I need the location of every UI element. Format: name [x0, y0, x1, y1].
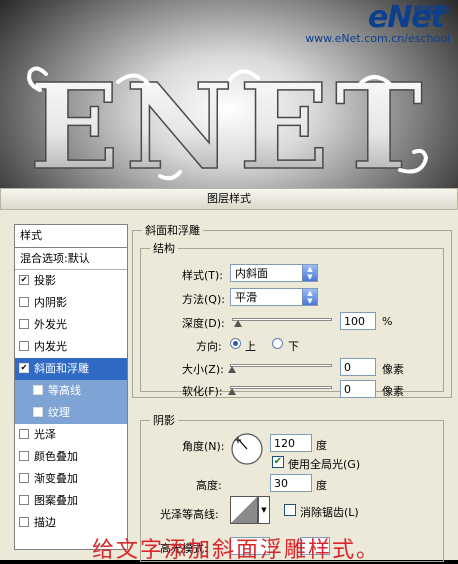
angle-dial[interactable]	[230, 432, 264, 466]
soften-slider[interactable]	[230, 386, 332, 389]
antialias-checkbox[interactable]	[284, 504, 296, 516]
size-slider[interactable]	[230, 364, 332, 367]
layer-style-dialog: 图层样式 样式 混合选项:默认 ✔ 投影内阴影外发光内发光 ✔ 斜面和浮雕等高线纹理光…	[0, 188, 458, 562]
style-checkbox[interactable]	[19, 319, 29, 329]
depth-slider-thumb[interactable]	[234, 320, 242, 327]
tutorial-caption: 给文字添加斜面浮雕样式。	[92, 538, 381, 563]
style-item-label: 纹理	[48, 406, 70, 419]
style-checkbox[interactable]	[33, 407, 43, 417]
size-input[interactable]: 0	[340, 358, 376, 376]
blend-options-item[interactable]: 混合选项:默认	[15, 248, 127, 270]
style-item-label: 等高线	[48, 384, 81, 397]
style-checkbox[interactable]	[19, 429, 29, 439]
style-checkbox[interactable]	[19, 341, 29, 351]
style-item-label: 内发光	[34, 340, 67, 353]
soften-label: 软化(F):	[182, 385, 223, 398]
style-item-label: 内阴影	[34, 296, 67, 309]
artwork-preview: eNet 网络学院 www.eNet.com.cn/eschool ENET	[0, 0, 458, 188]
style-item-label: 光泽	[34, 428, 56, 441]
dialog-title: 图层样式	[207, 192, 251, 205]
depth-unit: %	[382, 315, 393, 328]
bevel-style-value: 内斜面	[235, 267, 268, 280]
altitude-unit: 度	[316, 479, 327, 492]
style-item-label: 描边	[34, 516, 56, 529]
depth-input[interactable]: 100	[340, 312, 376, 330]
size-slider-thumb[interactable]	[228, 366, 236, 373]
direction-label: 方向:	[196, 340, 222, 353]
global-light-checkbox[interactable]: ✔	[272, 456, 284, 468]
style-checkbox[interactable]	[19, 473, 29, 483]
styles-list: 样式 混合选项:默认 ✔ 投影内阴影外发光内发光 ✔ 斜面和浮雕等高线纹理光泽颜色叠加…	[14, 224, 128, 550]
enet-logo-cn: 网络学院	[413, 6, 450, 16]
style-checkbox[interactable]	[33, 385, 43, 395]
style-item[interactable]: 颜色叠加	[15, 446, 127, 468]
style-item[interactable]: 内发光	[15, 336, 127, 358]
style-item-label: 渐变叠加	[34, 472, 78, 485]
style-item-label: 投影	[34, 274, 56, 287]
style-checkbox[interactable]: ✔	[19, 363, 29, 373]
technique-label: 方法(Q):	[182, 293, 225, 306]
angle-label: 角度(N):	[182, 440, 225, 453]
style-checkbox[interactable]	[19, 495, 29, 505]
angle-dial-icon	[231, 433, 263, 465]
bevel-style-select[interactable]: 内斜面 ▲ ▼	[230, 264, 318, 282]
style-checkbox[interactable]	[19, 297, 29, 307]
gloss-contour-preview[interactable]	[230, 496, 258, 524]
contour-dropdown-arrow[interactable]: ▼	[258, 496, 270, 524]
soften-slider-thumb[interactable]	[228, 388, 236, 395]
enet-artwork-text: ENET	[27, 60, 429, 188]
direction-down-label: 下	[288, 340, 299, 353]
angle-unit: 度	[316, 439, 327, 452]
technique-select[interactable]: 平滑 ▲ ▼	[230, 288, 318, 306]
style-item[interactable]: 外发光	[15, 314, 127, 336]
select-arrows-icon: ▲ ▼	[302, 289, 317, 305]
check-icon: ✔	[273, 456, 283, 467]
style-label: 样式(T):	[182, 269, 224, 282]
structure-title: 结构	[150, 240, 178, 256]
style-checkbox[interactable]	[19, 517, 29, 527]
enet-logo-url: www.eNet.com.cn/eschool	[305, 32, 450, 45]
select-arrows-icon: ▲ ▼	[302, 265, 317, 281]
contour-icon	[231, 497, 257, 523]
style-checkbox[interactable]: ✔	[19, 275, 29, 285]
styles-header[interactable]: 样式	[15, 225, 127, 248]
style-item[interactable]: 渐变叠加	[15, 468, 127, 490]
style-item-label: 外发光	[34, 318, 67, 331]
style-item-label: 斜面和浮雕	[34, 362, 89, 375]
direction-down-radio[interactable]	[272, 338, 283, 349]
style-item[interactable]: 光泽	[15, 424, 127, 446]
antialias-label: 消除锯齿(L)	[300, 506, 359, 519]
style-checkbox[interactable]	[19, 451, 29, 461]
soften-input[interactable]: 0	[340, 380, 376, 398]
style-item[interactable]: 纹理	[15, 402, 127, 424]
shading-title: 阴影	[150, 412, 178, 428]
altitude-input[interactable]: 30	[270, 474, 312, 492]
style-item[interactable]: ✔ 投影	[15, 270, 127, 292]
style-item[interactable]: 图案叠加	[15, 490, 127, 512]
direction-up-label: 上	[245, 340, 256, 353]
depth-slider[interactable]	[232, 318, 332, 321]
size-label: 大小(Z):	[182, 363, 224, 376]
style-item[interactable]: 描边	[15, 512, 127, 534]
global-light-label: 使用全局光(G)	[288, 458, 361, 471]
technique-value: 平滑	[235, 291, 257, 304]
style-item[interactable]: ✔ 斜面和浮雕	[15, 358, 127, 380]
altitude-label: 高度:	[196, 479, 222, 492]
size-unit: 像素	[382, 363, 404, 376]
soften-unit: 像素	[382, 385, 404, 398]
angle-input[interactable]: 120	[270, 434, 312, 452]
style-item-label: 颜色叠加	[34, 450, 78, 463]
style-item-label: 图案叠加	[34, 494, 78, 507]
direction-up-radio[interactable]	[230, 338, 241, 349]
bevel-emboss-title: 斜面和浮雕	[142, 222, 203, 238]
style-item[interactable]: 内阴影	[15, 292, 127, 314]
depth-label: 深度(D):	[182, 317, 225, 330]
gloss-contour-label: 光泽等高线:	[160, 508, 219, 521]
style-item[interactable]: 等高线	[15, 380, 127, 402]
dialog-titlebar[interactable]: 图层样式	[0, 188, 458, 210]
